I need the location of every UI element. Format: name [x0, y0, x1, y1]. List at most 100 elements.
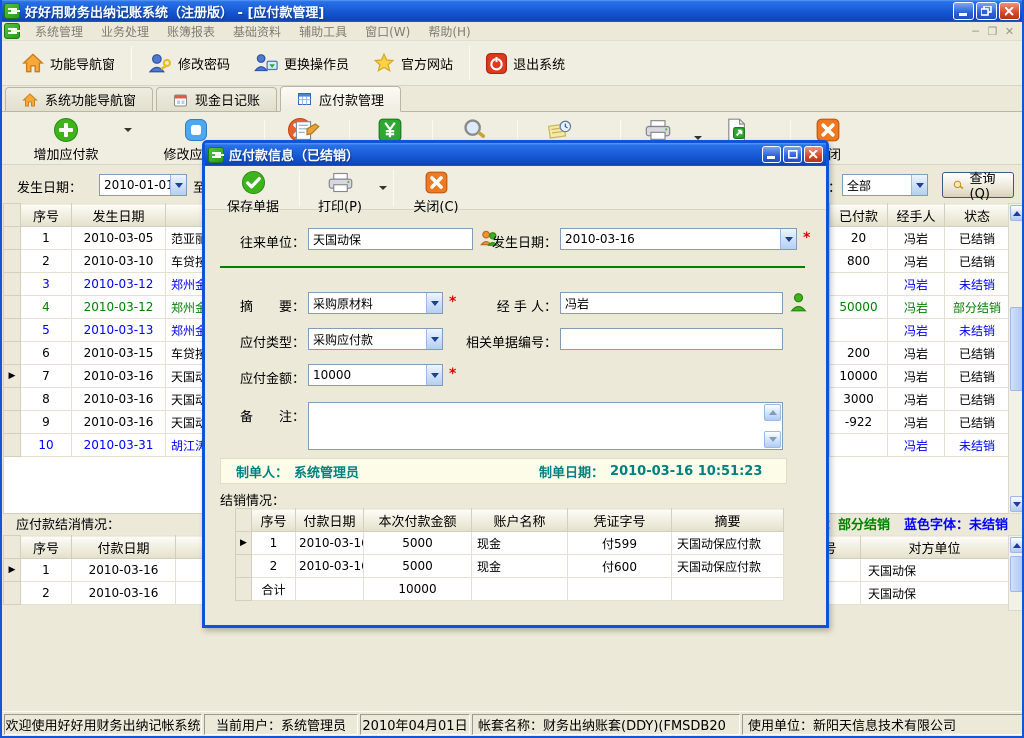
date-filter-label: 发生日期：: [17, 177, 82, 196]
ref-no-input[interactable]: [560, 328, 783, 350]
table-cell: 已结销: [945, 342, 1010, 365]
table-row[interactable]: 22010-03-165000现金付600天国动保应付款: [236, 555, 784, 578]
menu-window[interactable]: 窗口(W): [356, 22, 419, 41]
scrollbar-thumb[interactable]: [1010, 556, 1023, 592]
dialog-maximize-button[interactable]: [783, 146, 802, 163]
required-marker: *: [803, 230, 810, 246]
scrollbar-thumb[interactable]: [1010, 307, 1023, 391]
row-indicator: [4, 250, 21, 273]
date-from-combo[interactable]: 2010-01-01: [99, 174, 187, 196]
exit-system-button[interactable]: 退出系统: [476, 48, 575, 79]
minimize-button[interactable]: [953, 2, 974, 20]
settlement-detail-header: 序号 付款日期 本次付款金额 账户名称 凭证字号 摘要: [236, 509, 784, 532]
table-row[interactable]: 合计10000: [236, 578, 784, 601]
menu-basedata[interactable]: 基础资料: [224, 22, 290, 41]
col-pay-amount: 本次付款金额: [364, 509, 472, 532]
col-account: 账户名称: [472, 509, 568, 532]
table-cell: 3000: [830, 388, 888, 411]
note-scroll[interactable]: [764, 404, 781, 448]
official-website-button[interactable]: 官方网站: [363, 48, 463, 78]
ref-no-label: 相关单据编号：: [453, 332, 557, 351]
col-pay-date: 付款日期: [72, 536, 176, 559]
table-cell: 2010-03-16: [296, 555, 364, 578]
summary-label: 摘 要：: [225, 296, 305, 315]
status-company: 使用单位：新阳天信息技术有限公司: [742, 714, 1024, 735]
dialog-minimize-button[interactable]: [762, 146, 781, 163]
menu-help[interactable]: 帮助(H): [419, 22, 479, 41]
scroll-up-icon[interactable]: [1010, 537, 1023, 553]
scroll-up-icon[interactable]: [764, 404, 781, 421]
occur-date-combo[interactable]: 2010-03-16: [560, 228, 797, 250]
table-cell: [830, 319, 888, 342]
summary-combo[interactable]: 采购原材料: [308, 292, 443, 314]
table-cell: 3: [21, 273, 72, 296]
table-cell: 2010-03-16: [72, 388, 166, 411]
table-cell: 冯岩: [888, 296, 945, 319]
mdi-minimize-icon[interactable]: ─: [967, 25, 984, 38]
payable-type-combo[interactable]: 采购应付款: [308, 328, 443, 350]
chevron-down-icon[interactable]: [426, 365, 442, 385]
note-textarea[interactable]: [308, 402, 783, 450]
table-cell: 9: [21, 411, 72, 434]
scroll-down-icon[interactable]: [1010, 496, 1023, 512]
handler-input[interactable]: [560, 292, 783, 314]
occur-date-label: 发生日期：: [477, 232, 557, 251]
chevron-down-icon[interactable]: [911, 175, 927, 195]
table-cell: 冯岩: [888, 411, 945, 434]
note-clock-icon: [547, 118, 573, 142]
save-voucher-button[interactable]: 保存单据: [215, 168, 291, 215]
grid-icon: [297, 92, 312, 106]
menu-business[interactable]: 业务处理: [92, 22, 158, 41]
table-cell: 20: [830, 227, 888, 250]
restore-button[interactable]: [976, 2, 997, 20]
mdi-restore-icon[interactable]: ❐: [984, 25, 1001, 38]
query-button[interactable]: 查询(Q): [942, 172, 1014, 198]
mdi-close-icon[interactable]: ✕: [1001, 25, 1018, 38]
toolbar-separator: [469, 46, 470, 80]
switch-operator-button[interactable]: 更换操作员: [244, 48, 359, 78]
table-cell: 2010-03-12: [72, 273, 166, 296]
add-dropdown-arrow[interactable]: [124, 128, 132, 136]
table-cell: 50000: [830, 296, 888, 319]
status-combo[interactable]: 全部: [842, 174, 928, 196]
chevron-down-icon[interactable]: [426, 329, 442, 349]
required-marker: *: [449, 294, 456, 310]
print-dropdown-arrow[interactable]: [379, 186, 387, 194]
table-cell: 4: [21, 296, 72, 319]
chevron-down-icon[interactable]: [426, 293, 442, 313]
dialog-title: 应付款信息（已结销）: [229, 145, 760, 164]
dialog-close-button[interactable]: [804, 146, 823, 163]
tab-payables[interactable]: 应付款管理: [280, 86, 401, 112]
change-password-button[interactable]: 修改密码: [138, 48, 240, 78]
menu-tools[interactable]: 辅助工具: [290, 22, 356, 41]
table-cell: 800: [830, 250, 888, 273]
menu-books[interactable]: 账簿报表: [158, 22, 224, 41]
table-row[interactable]: ▶12010-03-165000现金付599天国动保应付款: [236, 532, 784, 555]
nav-window-button[interactable]: 功能导航窗: [12, 48, 125, 78]
col-counterparty: 对方单位: [861, 536, 1009, 559]
payable-amount-combo[interactable]: 10000: [308, 364, 443, 386]
tab-system-nav[interactable]: 系统功能导航窗: [5, 87, 153, 111]
table-cell: 1: [252, 532, 296, 555]
menu-system[interactable]: 系统管理: [26, 22, 92, 41]
tab-cash-journal[interactable]: 现金日记账: [156, 87, 277, 111]
unit-input[interactable]: [308, 228, 473, 250]
payables-scrollbar[interactable]: [1008, 203, 1024, 514]
settlement-scrollbar[interactable]: [1008, 535, 1024, 611]
person-picker-icon[interactable]: [789, 292, 808, 312]
table-cell: 2010-03-16: [72, 582, 176, 605]
search-icon: [953, 178, 965, 192]
table-cell: 5000: [364, 532, 472, 555]
close-button[interactable]: [999, 2, 1020, 20]
row-indicator: [4, 411, 21, 434]
dialog-close-action-button[interactable]: 关闭(C): [403, 168, 469, 215]
scroll-up-icon[interactable]: [1010, 205, 1023, 221]
add-payable-button[interactable]: 增加应付款: [20, 116, 112, 163]
chevron-down-icon[interactable]: [780, 229, 796, 249]
print-button[interactable]: 打印(P): [307, 168, 373, 215]
chevron-down-icon[interactable]: [170, 175, 186, 195]
table-cell: 2010-03-12: [72, 296, 166, 319]
table-cell: 2010-03-16: [72, 559, 176, 582]
note-label: 备 注：: [225, 406, 305, 425]
scroll-down-icon[interactable]: [764, 431, 781, 448]
